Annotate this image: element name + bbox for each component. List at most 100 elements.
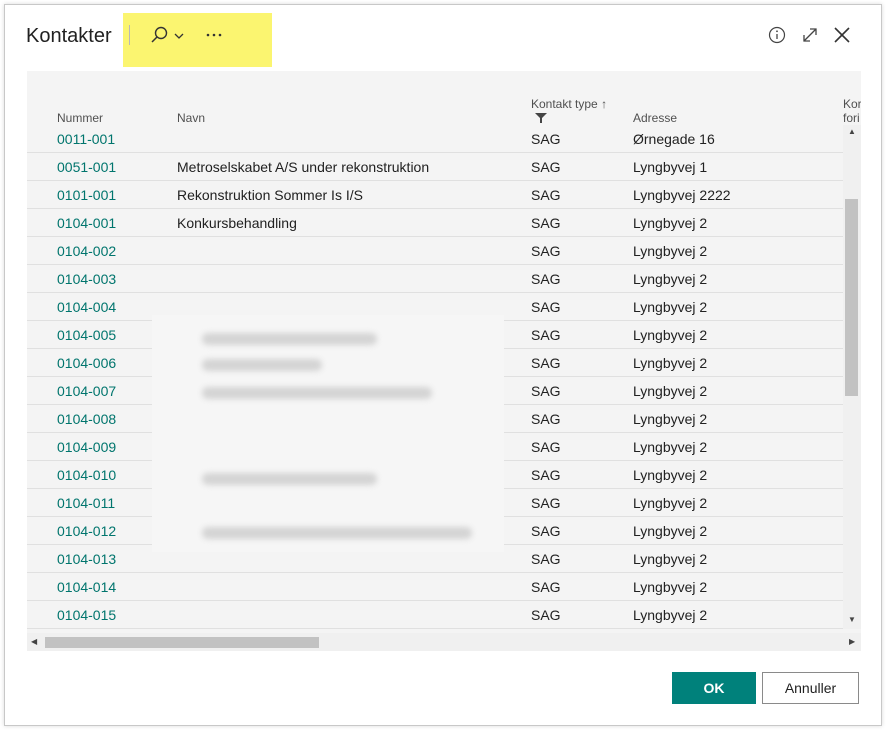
table-row[interactable]: 0104-003 SAG Lyngbyvej 2	[27, 265, 843, 293]
table-row[interactable]: 0011-001 SAG Ørnegade 16	[27, 125, 843, 153]
close-icon	[834, 27, 850, 43]
table-row[interactable]: 0101-001 Rekonstruktion Sommer Is I/S SAG L…	[27, 181, 843, 209]
contact-number-link[interactable]: 0101-001	[57, 187, 116, 203]
contact-number-link[interactable]: 0104-006	[57, 355, 116, 371]
dialog-header: Kontakter	[5, 5, 881, 71]
table-row[interactable]: 0051-001 Metroselskabet A/S under rekonst…	[27, 153, 843, 181]
horizontal-scrollbar[interactable]: ◀ ▶	[27, 633, 861, 651]
contact-type: SAG	[531, 579, 561, 595]
contact-number-link[interactable]: 0011-001	[57, 131, 115, 147]
contact-number-link[interactable]: 0104-009	[57, 439, 116, 455]
filter-icon[interactable]	[535, 113, 547, 123]
contact-address: Lyngbyvej 2	[633, 355, 708, 371]
info-button[interactable]	[765, 23, 789, 47]
scroll-up-icon[interactable]: ▲	[848, 127, 856, 136]
contact-number-link[interactable]: 0104-002	[57, 243, 116, 259]
table-row[interactable]: 0104-015 SAG Lyngbyvej 2	[27, 601, 843, 629]
contact-address: Lyngbyvej 2	[633, 551, 708, 567]
column-header-next-line1: Kor	[843, 97, 861, 111]
column-header-type[interactable]: Kontakt type ↑	[531, 97, 607, 111]
contact-address: Lyngbyvej 2	[633, 383, 708, 399]
contact-address: Lyngbyvej 1	[633, 159, 708, 175]
column-header-address[interactable]: Adresse	[633, 111, 677, 125]
contact-name: Metroselskabet A/S under rekonstruktion	[177, 159, 430, 175]
scroll-right-icon[interactable]: ▶	[849, 637, 855, 646]
horizontal-scroll-thumb[interactable]	[45, 637, 319, 648]
column-header-next[interactable]: Kor fori	[843, 97, 861, 125]
contact-number-link[interactable]: 0104-008	[57, 411, 116, 427]
sort-ascending-icon: ↑	[601, 97, 608, 111]
contact-address: Lyngbyvej 2	[633, 411, 708, 427]
contact-number-link[interactable]: 0104-015	[57, 607, 116, 623]
contact-number-link[interactable]: 0104-005	[57, 327, 116, 343]
contact-type: SAG	[531, 299, 561, 315]
expand-button[interactable]	[798, 23, 822, 47]
contact-type: SAG	[531, 383, 561, 399]
contact-type: SAG	[531, 495, 561, 511]
contact-type: SAG	[531, 411, 561, 427]
contact-address: Lyngbyvej 2	[633, 327, 708, 343]
contacts-dialog: Kontakter Nummer Navn Kontakt type ↑ Adr…	[4, 4, 882, 726]
ok-button[interactable]: OK	[672, 672, 756, 704]
contact-number-link[interactable]: 0104-001	[57, 215, 116, 231]
contacts-grid: Nummer Navn Kontakt type ↑ Adresse Kor f…	[27, 71, 861, 651]
contact-number-link[interactable]: 0104-012	[57, 523, 116, 539]
column-header-name[interactable]: Navn	[177, 111, 205, 125]
contact-address: Lyngbyvej 2	[633, 607, 708, 623]
more-options-button[interactable]	[203, 23, 227, 47]
contact-type: SAG	[531, 131, 561, 147]
contact-number-link[interactable]: 0104-011	[57, 495, 115, 511]
cancel-button[interactable]: Annuller	[762, 672, 859, 704]
contact-type: SAG	[531, 187, 561, 203]
contact-address: Lyngbyvej 2	[633, 495, 708, 511]
contact-address: Lyngbyvej 2	[633, 243, 708, 259]
contact-type: SAG	[531, 271, 561, 287]
ellipsis-icon	[206, 33, 222, 37]
contact-number-link[interactable]: 0104-003	[57, 271, 116, 287]
column-header-number[interactable]: Nummer	[57, 111, 103, 125]
table-row[interactable]: 0104-002 SAG Lyngbyvej 2	[27, 237, 843, 265]
page-title: Kontakter	[26, 25, 112, 47]
contact-type: SAG	[531, 215, 561, 231]
contact-name: Konkursbehandling	[177, 215, 297, 231]
toolbar-highlight	[123, 13, 272, 67]
scroll-down-icon[interactable]: ▼	[848, 615, 856, 624]
contact-number-link[interactable]: 0104-014	[57, 579, 116, 595]
contact-type: SAG	[531, 607, 561, 623]
scroll-left-icon[interactable]: ◀	[31, 637, 37, 646]
column-header-type-label: Kontakt type	[531, 97, 598, 111]
contact-number-link[interactable]: 0104-013	[57, 551, 116, 567]
contact-type: SAG	[531, 327, 561, 343]
contact-type: SAG	[531, 551, 561, 567]
toolbar-divider	[129, 25, 130, 45]
contact-number-link[interactable]: 0051-001	[57, 159, 116, 175]
contact-address: Lyngbyvej 2	[633, 523, 708, 539]
contact-type: SAG	[531, 159, 561, 175]
contact-address: Ørnegade 16	[633, 131, 715, 147]
vertical-scrollbar[interactable]: ▲ ▼	[843, 125, 861, 629]
contact-number-link[interactable]: 0104-007	[57, 383, 116, 399]
contact-address: Lyngbyvej 2	[633, 271, 708, 287]
contact-type: SAG	[531, 243, 561, 259]
search-icon	[151, 26, 184, 43]
contact-type: SAG	[531, 439, 561, 455]
column-header-next-line2: fori	[843, 111, 860, 125]
contact-type: SAG	[531, 355, 561, 371]
contact-type: SAG	[531, 523, 561, 539]
redacted-area	[152, 315, 504, 552]
contact-address: Lyngbyvej 2	[633, 467, 708, 483]
contact-type: SAG	[531, 467, 561, 483]
contact-number-link[interactable]: 0104-004	[57, 299, 116, 315]
close-button[interactable]	[830, 23, 854, 47]
contact-address: Lyngbyvej 2	[633, 579, 708, 595]
vertical-scroll-thumb[interactable]	[845, 199, 858, 396]
contact-address: Lyngbyvej 2	[633, 299, 708, 315]
contact-address: Lyngbyvej 2	[633, 215, 708, 231]
table-row[interactable]: 0104-014 SAG Lyngbyvej 2	[27, 573, 843, 601]
contact-address: Lyngbyvej 2222	[633, 187, 731, 203]
table-row[interactable]: 0104-001 Konkursbehandling SAG Lyngbyvej 2	[27, 209, 843, 237]
contact-name: Rekonstruktion Sommer Is I/S	[177, 187, 363, 203]
search-button[interactable]	[147, 23, 189, 47]
contact-number-link[interactable]: 0104-010	[57, 467, 116, 483]
contact-address: Lyngbyvej 2	[633, 439, 708, 455]
